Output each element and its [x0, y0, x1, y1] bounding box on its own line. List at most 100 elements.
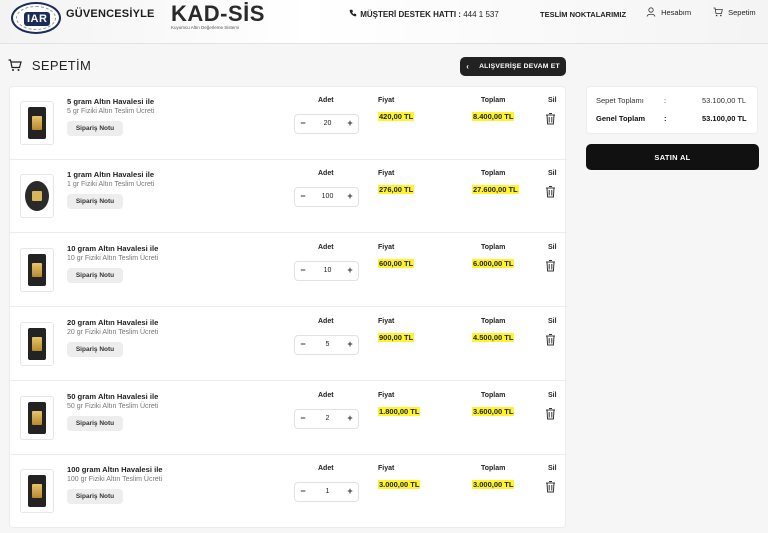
product-image[interactable] [20, 101, 54, 145]
quantity-stepper: − 10 + [294, 261, 359, 281]
cart-item: 20 gram Altın Havalesi ile 20 gr Fiziki … [10, 308, 567, 381]
cart-item: 50 gram Altın Havalesi ile 50 gr Fiziki … [10, 382, 567, 455]
order-note-button[interactable]: Sipariş Notu [67, 342, 123, 357]
increase-button[interactable]: + [344, 413, 356, 423]
buy-button[interactable]: SATIN AL [586, 144, 759, 170]
item-price-value: 3.000,00 TL [378, 480, 421, 489]
grand-total-row: Genel Toplam: 53.100,00 TL [596, 114, 747, 123]
item-title[interactable]: 100 gram Altın Havalesi ile [67, 465, 163, 474]
quantity-value[interactable]: 2 [315, 415, 340, 422]
support-label: MÜŞTERİ DESTEK HATTI : [360, 10, 461, 19]
item-total-value: 3.600,00 TL [472, 407, 515, 416]
item-total: 4.500,00 TL [472, 333, 515, 342]
continue-shopping-label: ALIŞVERİŞE DEVAM ET [479, 63, 560, 70]
increase-button[interactable]: + [344, 191, 356, 201]
page-title: SEPETİM [8, 58, 91, 75]
product-title[interactable]: KAD-SİS [171, 1, 265, 27]
cart-item: 1 gram Altın Havalesi ile 1 gr Fiziki Al… [10, 160, 567, 233]
quantity-value[interactable]: 5 [315, 341, 340, 348]
increase-button[interactable]: + [344, 339, 356, 349]
quantity-value[interactable]: 1 [315, 488, 340, 495]
order-note-button[interactable]: Sipariş Notu [67, 268, 123, 283]
quantity-value[interactable]: 10 [315, 267, 340, 274]
item-price: 900,00 TL [378, 333, 415, 342]
increase-button[interactable]: + [344, 265, 356, 275]
cart-summary: Sepet Toplamı: 53.100,00 TL Genel Toplam:… [586, 86, 758, 134]
item-total: 3.000,00 TL [472, 480, 515, 489]
order-note-button[interactable]: Sipariş Notu [67, 121, 123, 136]
quantity-value[interactable]: 20 [315, 120, 340, 127]
phone-icon [349, 9, 358, 19]
item-total-value: 6.000,00 TL [472, 259, 515, 268]
cart-item: 5 gram Altın Havalesi ile 5 gr Fiziki Al… [10, 87, 567, 160]
qty-label: Adet [318, 244, 334, 251]
product-image[interactable] [20, 322, 54, 366]
cart-icon [713, 7, 723, 19]
delete-label: Sil [548, 465, 557, 472]
total-label: Toplam [481, 318, 506, 325]
decrease-button[interactable]: − [297, 191, 309, 201]
item-subtitle: 5 gr Fiziki Altın Teslim Ücreti [67, 108, 155, 115]
delete-label: Sil [548, 318, 557, 325]
nav-cart[interactable]: Sepetim [713, 7, 756, 19]
cart-list: 5 gram Altın Havalesi ile 5 gr Fiziki Al… [9, 86, 567, 528]
site-header: IAR GÜVENCESİYLE KAD-SİS Kuyumcu Altın D… [0, 0, 768, 44]
decrease-button[interactable]: − [297, 486, 309, 496]
product-image[interactable] [20, 174, 54, 218]
product-subtitle: Kuyumcu Altın Değerleme Sistemi [171, 25, 240, 30]
item-total: 6.000,00 TL [472, 259, 515, 268]
item-price: 3.000,00 TL [378, 480, 421, 489]
item-title[interactable]: 10 gram Altın Havalesi ile [67, 244, 158, 253]
trash-icon[interactable] [545, 407, 557, 421]
delete-label: Sil [548, 97, 557, 104]
product-image[interactable] [20, 469, 54, 513]
item-price-value: 420,00 TL [378, 112, 415, 121]
nav-account[interactable]: Hesabım [646, 7, 691, 19]
price-label: Fiyat [378, 244, 395, 251]
decrease-button[interactable]: − [297, 118, 309, 128]
trash-icon[interactable] [545, 333, 557, 347]
item-title[interactable]: 20 gram Altın Havalesi ile [67, 318, 158, 327]
product-image[interactable] [20, 248, 54, 292]
decrease-button[interactable]: − [297, 413, 309, 423]
quantity-stepper: − 20 + [294, 114, 359, 134]
item-price-value: 600,00 TL [378, 259, 415, 268]
order-note-button[interactable]: Sipariş Notu [67, 489, 123, 504]
gold-bar-image [28, 254, 46, 286]
chevron-left-icon: ‹ [466, 62, 470, 71]
decrease-button[interactable]: − [297, 339, 309, 349]
trash-icon[interactable] [545, 112, 557, 126]
quantity-value[interactable]: 100 [315, 193, 340, 200]
user-icon [646, 7, 656, 19]
trash-icon[interactable] [545, 185, 557, 199]
order-note-button[interactable]: Sipariş Notu [67, 416, 123, 431]
item-title[interactable]: 5 gram Altın Havalesi ile [67, 97, 154, 106]
nav-cart-label: Sepetim [728, 7, 756, 17]
support-number[interactable]: 444 1 537 [463, 10, 499, 19]
increase-button[interactable]: + [344, 118, 356, 128]
continue-shopping-button[interactable]: ‹ ALIŞVERİŞE DEVAM ET [460, 57, 566, 76]
iar-logo[interactable]: IAR [11, 2, 61, 34]
quantity-stepper: − 5 + [294, 335, 359, 355]
qty-label: Adet [318, 318, 334, 325]
gold-bar-image [28, 107, 46, 139]
delete-label: Sil [548, 392, 557, 399]
item-total-value: 27.600,00 TL [472, 185, 519, 194]
total-label: Toplam [481, 170, 506, 177]
nav-delivery-points[interactable]: TESLİM NOKTALARIMIZ [540, 10, 626, 19]
subtotal-value: 53.100,00 TL [702, 96, 747, 105]
increase-button[interactable]: + [344, 486, 356, 496]
grand-total-label: Genel Toplam [596, 114, 646, 123]
trash-icon[interactable] [545, 480, 557, 494]
total-label: Toplam [481, 97, 506, 104]
decrease-button[interactable]: − [297, 265, 309, 275]
product-image[interactable] [20, 396, 54, 440]
subtotal-row: Sepet Toplamı: 53.100,00 TL [596, 96, 746, 105]
trash-icon[interactable] [545, 259, 557, 273]
price-label: Fiyat [378, 465, 395, 472]
item-total: 8.400,00 TL [472, 112, 515, 121]
order-note-button[interactable]: Sipariş Notu [67, 194, 123, 209]
item-title[interactable]: 50 gram Altın Havalesi ile [67, 392, 158, 401]
grand-total-value: 53.100,00 TL [702, 114, 747, 123]
item-title[interactable]: 1 gram Altın Havalesi ile [67, 170, 154, 179]
